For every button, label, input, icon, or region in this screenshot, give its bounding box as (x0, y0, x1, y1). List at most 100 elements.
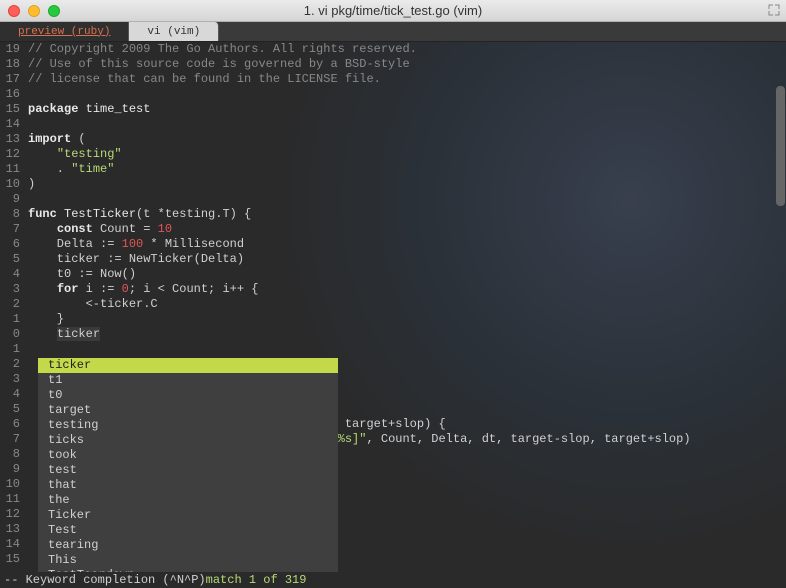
tabbar: preview (ruby) vi (vim) (0, 22, 786, 42)
line-number: 5 (0, 252, 28, 267)
code-line[interactable]: 16 (0, 87, 786, 102)
completion-item[interactable]: Ticker (38, 508, 338, 523)
fullscreen-icon[interactable] (768, 4, 780, 16)
code-content[interactable]: const Count = 10 (28, 222, 172, 237)
completion-popup[interactable]: tickert1t0targettestingtickstooktestthat… (38, 358, 338, 572)
line-number: 4 (0, 387, 28, 402)
code-content[interactable]: import ( (28, 132, 86, 147)
code-line[interactable]: 2 <-ticker.C (0, 297, 786, 312)
code-content[interactable]: ticker (28, 327, 100, 342)
completion-item[interactable]: the (38, 493, 338, 508)
completion-item[interactable]: took (38, 448, 338, 463)
code-line[interactable]: 7 const Count = 10 (0, 222, 786, 237)
code-content[interactable]: } (28, 312, 64, 327)
code-line[interactable]: 12 "testing" (0, 147, 786, 162)
line-number: 8 (0, 207, 28, 222)
code-content[interactable]: t0 := Now() (28, 267, 136, 282)
code-line[interactable]: 11 . "time" (0, 162, 786, 177)
line-number: 17 (0, 72, 28, 87)
code-content[interactable]: "testing" (28, 147, 122, 162)
titlebar: 1. vi pkg/time/tick_test.go (vim) (0, 0, 786, 22)
statusbar: -- Keyword completion (^N^P) match 1 of … (0, 572, 786, 588)
line-number: 1 (0, 312, 28, 327)
code-line[interactable]: 18// Use of this source code is governed… (0, 57, 786, 72)
line-number: 11 (0, 492, 28, 507)
line-number: 4 (0, 267, 28, 282)
line-number: 13 (0, 132, 28, 147)
code-content[interactable]: // Copyright 2009 The Go Authors. All ri… (28, 42, 417, 57)
line-number: 12 (0, 507, 28, 522)
code-content[interactable]: ticker := NewTicker(Delta) (28, 252, 244, 267)
line-number: 9 (0, 462, 28, 477)
code-line[interactable]: 1 } (0, 312, 786, 327)
completion-item[interactable]: Test (38, 523, 338, 538)
code-content[interactable]: ) (28, 177, 35, 192)
code-line[interactable]: 8func TestTicker(t *testing.T) { (0, 207, 786, 222)
line-number: 18 (0, 57, 28, 72)
completion-item[interactable]: ticks (38, 433, 338, 448)
tab-active[interactable]: vi (vim) (129, 22, 219, 41)
completion-item[interactable]: t0 (38, 388, 338, 403)
line-number: 8 (0, 447, 28, 462)
code-line[interactable]: 19// Copyright 2009 The Go Authors. All … (0, 42, 786, 57)
code-content[interactable]: // license that can be found in the LICE… (28, 72, 381, 87)
code-content[interactable]: for i := 0; i < Count; i++ { (28, 282, 258, 297)
line-number: 3 (0, 282, 28, 297)
line-number: 7 (0, 432, 28, 447)
line-number: 0 (0, 327, 28, 342)
editor[interactable]: 19// Copyright 2009 The Go Authors. All … (0, 42, 786, 572)
status-mode: -- Keyword completion (^N^P) (4, 573, 206, 587)
code-line[interactable]: 17// license that can be found in the LI… (0, 72, 786, 87)
code-line[interactable]: 15package time_test (0, 102, 786, 117)
code-line[interactable]: 6 Delta := 100 * Millisecond (0, 237, 786, 252)
completion-item[interactable]: t1 (38, 373, 338, 388)
line-number: 7 (0, 222, 28, 237)
line-number: 11 (0, 162, 28, 177)
line-number: 3 (0, 372, 28, 387)
completion-item[interactable]: testing (38, 418, 338, 433)
code-content[interactable]: package time_test (28, 102, 150, 117)
code-content[interactable]: func TestTicker(t *testing.T) { (28, 207, 251, 222)
line-number: 6 (0, 417, 28, 432)
code-content[interactable]: // Use of this source code is governed b… (28, 57, 410, 72)
line-number: 6 (0, 237, 28, 252)
completion-item[interactable]: tearing (38, 538, 338, 553)
scrollbar[interactable] (776, 86, 785, 206)
code-line[interactable]: 3 for i := 0; i < Count; i++ { (0, 282, 786, 297)
line-number: 12 (0, 147, 28, 162)
line-number: 2 (0, 357, 28, 372)
completion-item[interactable]: TestTeardown (38, 568, 338, 572)
line-number: 14 (0, 117, 28, 132)
line-number: 9 (0, 192, 28, 207)
code-line[interactable]: 14 (0, 117, 786, 132)
line-number: 13 (0, 522, 28, 537)
line-number: 2 (0, 297, 28, 312)
code-line[interactable]: 1 (0, 342, 786, 357)
line-number: 14 (0, 537, 28, 552)
line-number: 10 (0, 177, 28, 192)
completion-item[interactable]: This (38, 553, 338, 568)
code-line[interactable]: 10) (0, 177, 786, 192)
line-number: 10 (0, 477, 28, 492)
line-number: 5 (0, 402, 28, 417)
completion-item[interactable]: ticker (38, 358, 338, 373)
completion-item[interactable]: that (38, 478, 338, 493)
code-line[interactable]: 0 ticker (0, 327, 786, 342)
line-number: 15 (0, 102, 28, 117)
code-content[interactable]: . "time" (28, 162, 114, 177)
code-line[interactable]: 4 t0 := Now() (0, 267, 786, 282)
window-title: 1. vi pkg/time/tick_test.go (vim) (0, 3, 786, 18)
code-line[interactable]: 13import ( (0, 132, 786, 147)
line-number: 19 (0, 42, 28, 57)
line-number: 1 (0, 342, 28, 357)
code-content[interactable]: <-ticker.C (28, 297, 158, 312)
completion-item[interactable]: target (38, 403, 338, 418)
code-line[interactable]: 5 ticker := NewTicker(Delta) (0, 252, 786, 267)
status-match: match 1 of 319 (206, 573, 307, 587)
code-content[interactable]: Delta := 100 * Millisecond (28, 237, 244, 252)
line-number: 15 (0, 552, 28, 567)
tab-preview[interactable]: preview (ruby) (0, 22, 129, 41)
code-line[interactable]: 9 (0, 192, 786, 207)
completion-item[interactable]: test (38, 463, 338, 478)
line-number: 16 (0, 87, 28, 102)
